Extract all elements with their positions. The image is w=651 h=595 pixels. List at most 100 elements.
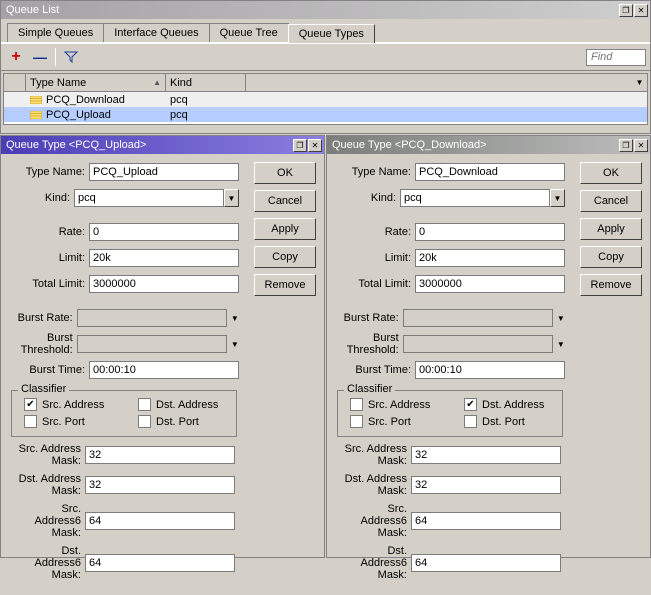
tab-queue-types[interactable]: Queue Types <box>288 24 375 43</box>
dst-address-checkbox[interactable] <box>138 398 151 411</box>
src-port-checkbox[interactable] <box>24 415 37 428</box>
dst6-mask-input[interactable] <box>85 554 235 572</box>
copy-button[interactable]: Copy <box>580 246 642 268</box>
remove-button[interactable]: Remove <box>254 274 316 296</box>
column-gutter[interactable] <box>4 74 26 91</box>
dst-address-checkbox[interactable]: ✔ <box>464 398 477 411</box>
dst6-mask-input[interactable] <box>411 554 561 572</box>
src-port-label: Src. Port <box>368 416 411 428</box>
cancel-button[interactable]: Cancel <box>254 190 316 212</box>
src-address-checkbox[interactable] <box>350 398 363 411</box>
src6-mask-input[interactable] <box>85 512 235 530</box>
classifier-group: Classifier Src. Address ✔Dst. Address Sr… <box>337 390 563 437</box>
table-row[interactable]: PCQ_Download pcq <box>4 92 647 107</box>
tab-interface-queues[interactable]: Interface Queues <box>103 23 209 42</box>
total-limit-label: Total Limit: <box>9 278 89 290</box>
chevron-down-icon[interactable]: ▼ <box>557 335 565 353</box>
src-mask-input[interactable] <box>85 446 235 464</box>
apply-button[interactable]: Apply <box>254 218 316 240</box>
download-titlebar[interactable]: Queue Type <PCQ_Download> ❐ ✕ <box>327 136 650 154</box>
column-kind[interactable]: Kind <box>166 74 246 91</box>
upload-titlebar[interactable]: Queue Type <PCQ_Upload> ❐ ✕ <box>1 136 324 154</box>
tab-simple-queues[interactable]: Simple Queues <box>7 23 104 42</box>
cell-kind: pcq <box>166 107 246 122</box>
chevron-down-icon[interactable]: ▼ <box>557 309 565 327</box>
queue-list-titlebar[interactable]: Queue List ❐ ✕ <box>1 1 650 19</box>
src6-mask-input[interactable] <box>411 512 561 530</box>
src-mask-label: Src. Address Mask: <box>13 443 85 467</box>
cell-type-name: PCQ_Upload <box>46 109 111 121</box>
queue-list-tabs: Simple Queues Interface Queues Queue Tre… <box>1 19 650 43</box>
src-port-checkbox[interactable] <box>350 415 363 428</box>
restore-icon[interactable]: ❐ <box>293 139 307 152</box>
total-limit-input[interactable] <box>89 275 239 293</box>
kind-dropdown-icon[interactable]: ▼ <box>550 189 565 207</box>
dst-address-label: Dst. Address <box>482 399 544 411</box>
restore-icon[interactable]: ❐ <box>619 4 633 17</box>
burst-threshold-label: Burst Threshold: <box>335 332 403 356</box>
download-title: Queue Type <PCQ_Download> <box>332 139 487 151</box>
type-name-input[interactable] <box>89 163 239 181</box>
add-button[interactable]: + <box>5 47 27 67</box>
rate-input[interactable] <box>415 223 565 241</box>
kind-dropdown-icon[interactable]: ▼ <box>224 189 239 207</box>
burst-time-input[interactable] <box>415 361 565 379</box>
tab-queue-tree[interactable]: Queue Tree <box>209 23 289 42</box>
total-limit-input[interactable] <box>415 275 565 293</box>
total-limit-label: Total Limit: <box>335 278 415 290</box>
dst-mask-input[interactable] <box>411 476 561 494</box>
burst-rate-label: Burst Rate: <box>9 312 77 324</box>
sort-asc-icon: ▲ <box>153 78 161 87</box>
apply-button[interactable]: Apply <box>580 218 642 240</box>
table-row[interactable]: PCQ_Upload pcq <box>4 107 647 122</box>
columns-dropdown-icon[interactable]: ▼ <box>632 74 647 91</box>
classifier-group: Classifier ✔Src. Address Dst. Address Sr… <box>11 390 237 437</box>
remove-button[interactable]: Remove <box>580 274 642 296</box>
close-icon[interactable]: ✕ <box>634 4 648 17</box>
chevron-down-icon[interactable]: ▼ <box>231 335 239 353</box>
type-name-label: Type Name: <box>9 166 89 178</box>
queue-type-upload-dialog: Queue Type <PCQ_Upload> ❐ ✕ OK Cancel Ap… <box>0 135 325 558</box>
classifier-label: Classifier <box>18 383 69 395</box>
cell-type-name: PCQ_Download <box>46 94 125 106</box>
find-input[interactable] <box>586 49 646 66</box>
kind-input[interactable] <box>400 189 550 207</box>
chevron-down-icon[interactable]: ▼ <box>231 309 239 327</box>
column-type-name[interactable]: Type Name ▲ <box>26 74 166 91</box>
burst-threshold-input[interactable] <box>403 335 553 353</box>
filter-button[interactable] <box>60 47 82 67</box>
rate-label: Rate: <box>335 226 415 238</box>
src-mask-input[interactable] <box>411 446 561 464</box>
remove-button[interactable]: — <box>29 47 51 67</box>
queue-types-grid[interactable]: Type Name ▲ Kind ▼ PCQ_Download pcq PCQ_… <box>3 73 648 125</box>
classifier-label: Classifier <box>344 383 395 395</box>
rate-input[interactable] <box>89 223 239 241</box>
limit-input[interactable] <box>89 249 239 267</box>
dst6-mask-label: Dst. Address6 Mask: <box>13 545 85 581</box>
restore-icon[interactable]: ❐ <box>619 139 633 152</box>
copy-button[interactable]: Copy <box>254 246 316 268</box>
dst-mask-label: Dst. Address Mask: <box>339 473 411 497</box>
limit-input[interactable] <box>415 249 565 267</box>
ok-button[interactable]: OK <box>580 162 642 184</box>
dst-port-checkbox[interactable] <box>464 415 477 428</box>
close-icon[interactable]: ✕ <box>308 139 322 152</box>
src-address-checkbox[interactable]: ✔ <box>24 398 37 411</box>
queue-icon <box>30 111 42 119</box>
ok-button[interactable]: OK <box>254 162 316 184</box>
burst-threshold-input[interactable] <box>77 335 227 353</box>
src-address-label: Src. Address <box>42 399 104 411</box>
type-name-input[interactable] <box>415 163 565 181</box>
burst-rate-input[interactable] <box>403 309 553 327</box>
queue-type-download-dialog: Queue Type <PCQ_Download> ❐ ✕ OK Cancel … <box>326 135 651 558</box>
burst-time-input[interactable] <box>89 361 239 379</box>
cancel-button[interactable]: Cancel <box>580 190 642 212</box>
kind-label: Kind: <box>335 192 400 204</box>
column-spacer <box>246 74 632 91</box>
kind-input[interactable] <box>74 189 224 207</box>
close-icon[interactable]: ✕ <box>634 139 648 152</box>
limit-label: Limit: <box>335 252 415 264</box>
burst-rate-input[interactable] <box>77 309 227 327</box>
dst-port-checkbox[interactable] <box>138 415 151 428</box>
dst-mask-input[interactable] <box>85 476 235 494</box>
